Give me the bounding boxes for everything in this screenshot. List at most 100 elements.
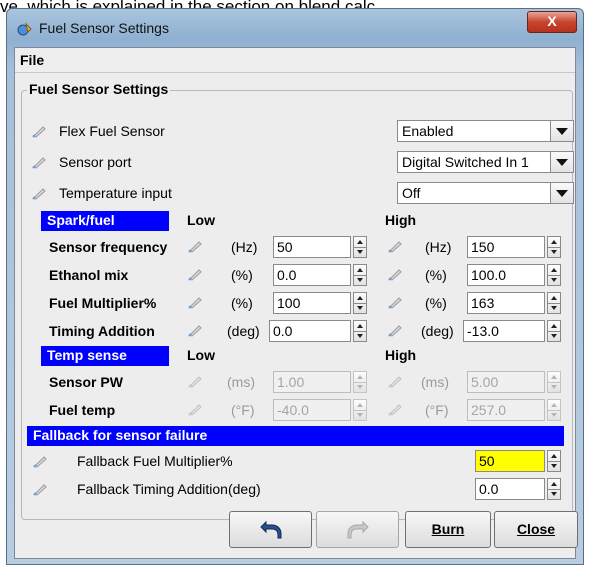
- fuel-temp-low-unit: (°F): [231, 402, 255, 418]
- spark-fuel-high-label: High: [385, 212, 417, 228]
- temp-sense-header: Temp sense: [41, 346, 169, 366]
- edit-pen-icon[interactable]: [33, 483, 48, 496]
- sensor-pw-low-input[interactable]: 1.00: [273, 371, 351, 393]
- timing-addition-low-spinner[interactable]: [353, 320, 367, 342]
- edit-pen-icon[interactable]: [32, 156, 47, 169]
- ethanol-mix-low-spinner[interactable]: [353, 264, 367, 286]
- spinner-down-icon[interactable]: [354, 410, 366, 420]
- sensor-frequency-high-input[interactable]: 150: [467, 236, 545, 258]
- edit-pen-icon: [188, 404, 202, 416]
- timing-addition-high-unit: (deg): [421, 323, 454, 339]
- edit-pen-icon: [188, 376, 202, 388]
- spinner-down-icon[interactable]: [548, 331, 560, 341]
- sensor-pw-high-spinner[interactable]: [547, 371, 561, 393]
- app-icon: [17, 22, 32, 36]
- fallback-timing-addition-label: Fallback Timing Addition(deg): [77, 481, 261, 497]
- sensor-frequency-low-input[interactable]: 50: [273, 236, 351, 258]
- fallback-fuel-multiplier-spinner[interactable]: [547, 450, 561, 472]
- edit-pen-icon[interactable]: [188, 296, 203, 309]
- fuel-multiplier-low-spinner[interactable]: [353, 292, 367, 314]
- flex-fuel-sensor-value: Enabled: [402, 123, 454, 139]
- fuel-temp-low-spinner[interactable]: [353, 399, 367, 421]
- spinner-down-icon[interactable]: [354, 275, 366, 285]
- spinner-down-icon[interactable]: [548, 303, 560, 313]
- edit-pen-icon[interactable]: [188, 324, 203, 337]
- chevron-down-icon[interactable]: [550, 152, 573, 172]
- menu-bar: File: [15, 48, 575, 73]
- timing-addition-high-spinner[interactable]: [547, 320, 561, 342]
- temperature-input-label: Temperature input: [59, 185, 172, 201]
- edit-pen-icon[interactable]: [32, 187, 47, 200]
- sensor-port-label: Sensor port: [59, 154, 132, 170]
- fuel-temp-high-input[interactable]: 257.0: [467, 399, 545, 421]
- spinner-down-icon[interactable]: [354, 303, 366, 313]
- spinner-down-icon[interactable]: [354, 247, 366, 257]
- spinner-down-icon[interactable]: [548, 247, 560, 257]
- window-close-button[interactable]: X: [527, 11, 577, 33]
- burn-button[interactable]: Burn: [405, 511, 491, 548]
- sensor-pw-high-unit: (ms): [421, 374, 449, 390]
- sensor-frequency-low-spinner[interactable]: [353, 236, 367, 258]
- ethanol-mix-low-input[interactable]: 0.0: [273, 264, 351, 286]
- spinner-down-icon[interactable]: [548, 275, 560, 285]
- fallback-header: Fallback for sensor failure: [27, 426, 564, 446]
- flex-fuel-sensor-select[interactable]: Enabled: [397, 120, 574, 142]
- close-button-label: Close: [516, 521, 556, 537]
- edit-pen-icon[interactable]: [188, 240, 203, 253]
- sensor-pw-high-input[interactable]: 5.00: [467, 371, 545, 393]
- undo-button[interactable]: [229, 511, 312, 548]
- fuel-temp-label: Fuel temp: [49, 402, 116, 418]
- timing-addition-low-input[interactable]: 0.0: [269, 320, 351, 342]
- redo-button[interactable]: [316, 511, 399, 548]
- ethanol-mix-low-unit: (%): [231, 267, 253, 283]
- edit-pen-icon[interactable]: [188, 268, 203, 281]
- fuel-multiplier-high-unit: (%): [425, 295, 447, 311]
- spinner-down-icon[interactable]: [548, 489, 560, 499]
- undo-icon: [259, 520, 281, 539]
- fuel-temp-high-spinner[interactable]: [547, 399, 561, 421]
- edit-pen-icon[interactable]: [33, 455, 48, 468]
- fallback-timing-addition-input[interactable]: 0.0: [475, 478, 545, 500]
- fuel-temp-low-input[interactable]: -40.0: [273, 399, 351, 421]
- sensor-pw-low-spinner[interactable]: [353, 371, 367, 393]
- spinner-down-icon[interactable]: [548, 382, 560, 392]
- sensor-frequency-low-unit: (Hz): [231, 239, 258, 255]
- ethanol-mix-label: Ethanol mix: [49, 267, 129, 283]
- edit-pen-icon: [388, 376, 402, 388]
- chevron-down-icon[interactable]: [550, 183, 573, 203]
- fallback-timing-addition-spinner[interactable]: [547, 478, 561, 500]
- fuel-multiplier-low-input[interactable]: 100: [273, 292, 351, 314]
- ethanol-mix-high-spinner[interactable]: [547, 264, 561, 286]
- fuel-multiplier-high-input[interactable]: 163: [467, 292, 545, 314]
- edit-pen-icon[interactable]: [32, 125, 47, 138]
- temperature-input-value: Off: [402, 185, 421, 201]
- sensor-frequency-label: Sensor frequency: [49, 239, 168, 255]
- spinner-down-icon[interactable]: [548, 461, 560, 471]
- sensor-frequency-high-unit: (Hz): [425, 239, 452, 255]
- title-bar[interactable]: Fuel Sensor Settings X: [7, 9, 583, 47]
- sensor-frequency-high-spinner[interactable]: [547, 236, 561, 258]
- menu-file[interactable]: File: [20, 52, 44, 68]
- timing-addition-low-unit: (deg): [227, 323, 260, 339]
- fallback-fuel-multiplier-label: Fallback Fuel Multiplier%: [77, 453, 233, 469]
- chevron-down-icon[interactable]: [550, 121, 573, 141]
- close-button[interactable]: Close: [494, 511, 578, 548]
- fuel-temp-high-unit: (°F): [425, 402, 449, 418]
- edit-pen-icon[interactable]: [388, 324, 403, 337]
- edit-pen-icon[interactable]: [388, 296, 403, 309]
- window-title: Fuel Sensor Settings: [39, 20, 169, 36]
- timing-addition-high-input[interactable]: -13.0: [463, 320, 545, 342]
- ethanol-mix-high-input[interactable]: 100.0: [467, 264, 545, 286]
- sensor-port-select[interactable]: Digital Switched In 1: [397, 151, 574, 173]
- spinner-down-icon[interactable]: [354, 331, 366, 341]
- temperature-input-select[interactable]: Off: [397, 182, 574, 204]
- spinner-down-icon[interactable]: [548, 410, 560, 420]
- edit-pen-icon[interactable]: [388, 240, 403, 253]
- fuel-multiplier-high-spinner[interactable]: [547, 292, 561, 314]
- fallback-fuel-multiplier-input[interactable]: 50: [475, 450, 545, 472]
- spark-fuel-header: Spark/fuel: [41, 211, 169, 231]
- redo-icon: [347, 520, 369, 539]
- edit-pen-icon[interactable]: [388, 268, 403, 281]
- edit-pen-icon: [388, 404, 402, 416]
- spinner-down-icon[interactable]: [354, 382, 366, 392]
